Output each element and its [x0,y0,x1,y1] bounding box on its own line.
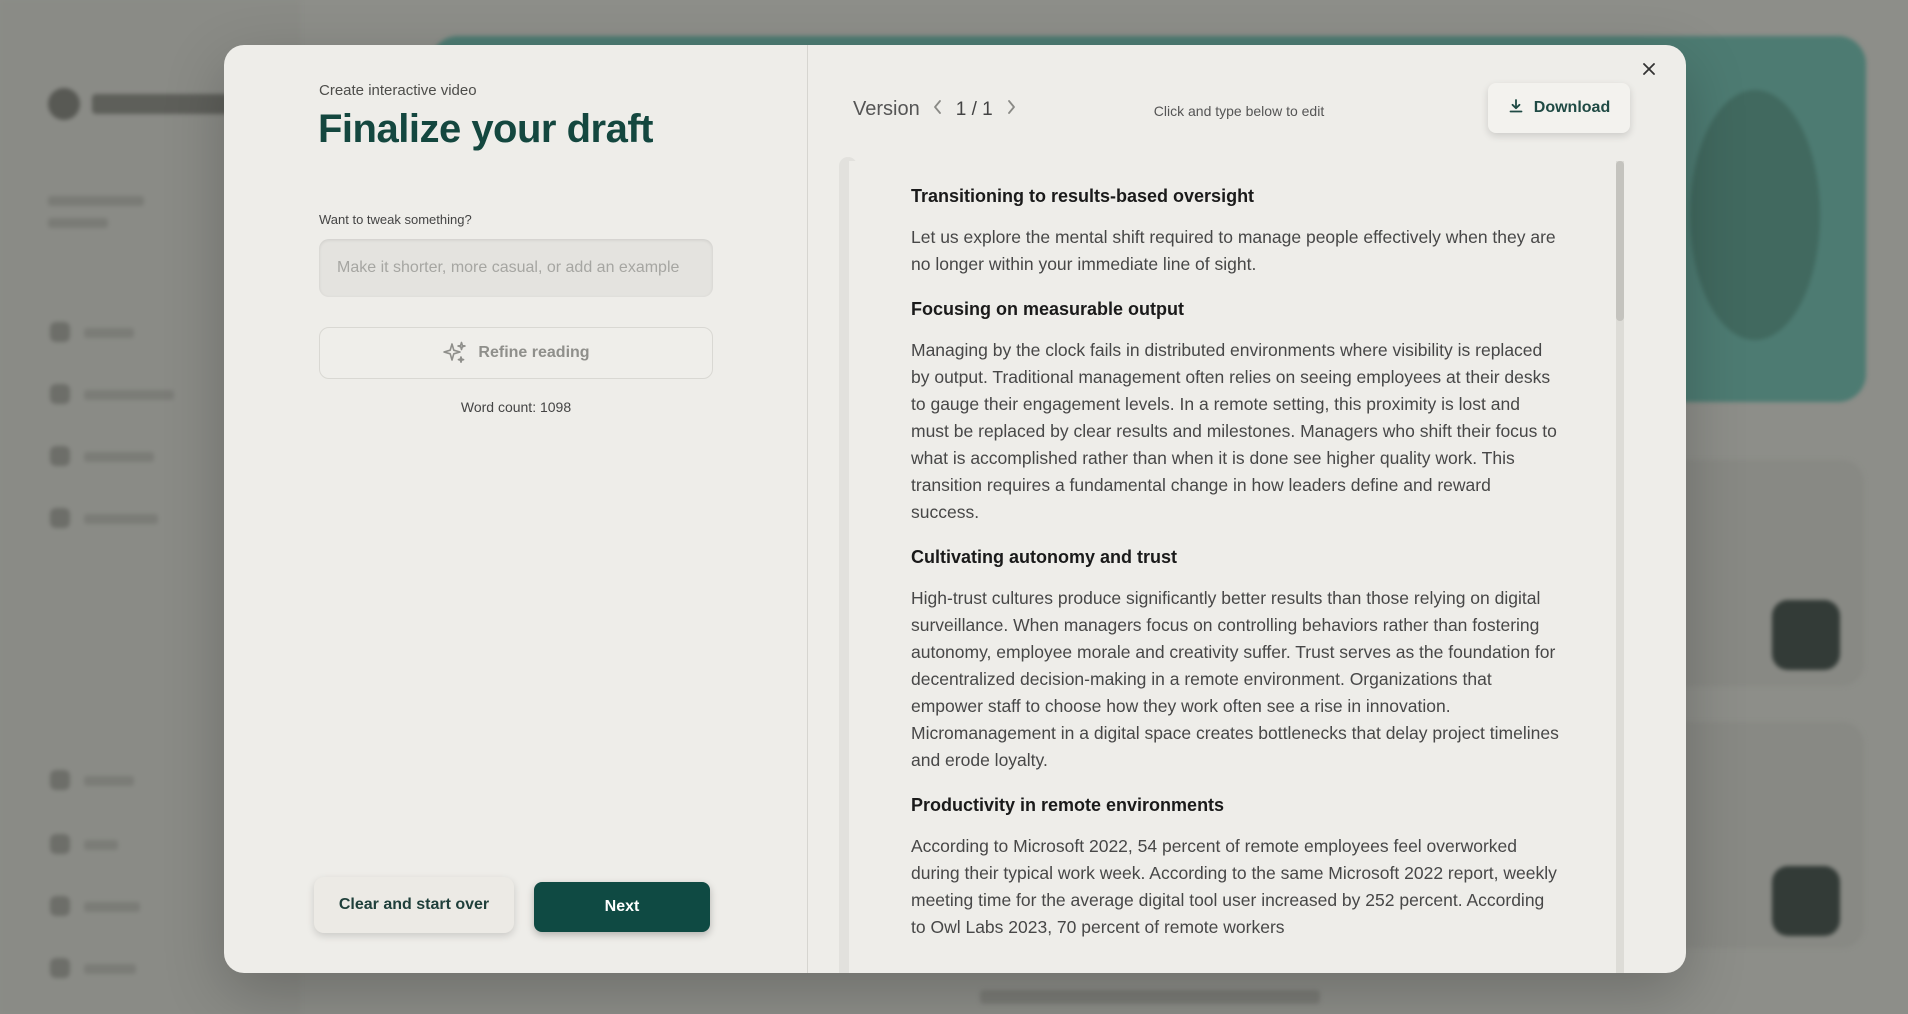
section-body[interactable]: High-trust cultures produce significantl… [911,585,1561,774]
background-nav-icon [50,958,70,978]
refine-reading-label: Refine reading [478,344,590,361]
section-body[interactable]: Let us explore the mental shift required… [911,224,1561,278]
background-nav-text [84,514,158,524]
next-button[interactable]: Next [534,882,710,932]
refine-reading-button[interactable]: Refine reading [319,327,713,379]
background-hero-art [1690,90,1820,340]
edit-hint: Click and type below to edit [1153,103,1325,119]
document-scrollbar-thumb[interactable] [1616,161,1624,321]
chevron-right-icon[interactable] [1005,98,1017,121]
download-icon [1508,98,1524,119]
tweak-input[interactable] [319,239,713,297]
section-body[interactable]: According to Microsoft 2022, 54 percent … [911,833,1561,941]
page-title: Finalize your draft [318,107,654,151]
section-heading[interactable]: Productivity in remote environments [911,792,1561,818]
background-card-thumb [1772,600,1840,670]
word-count-label: Word count: 1098 [460,399,572,415]
section-body[interactable]: Managing by the clock fails in distribut… [911,337,1561,526]
background-footer-text [980,990,1320,1004]
background-nav-text [84,902,140,912]
background-card-thumb [1772,866,1840,936]
background-nav-text [84,964,136,974]
version-label: Version [853,98,920,120]
draft-document-content[interactable]: Transitioning to results-based oversight… [911,183,1561,959]
section-heading[interactable]: Cultivating autonomy and trust [911,544,1561,570]
background-nav-text [84,452,154,462]
tweak-label: Want to tweak something? [319,212,472,227]
version-switcher: Version 1 / 1 [853,98,1017,121]
background-nav-icon [50,508,70,528]
background-nav-text [84,840,118,850]
sparkle-icon [442,340,468,366]
draft-editor-panel: Version 1 / 1 Click and type below to ed… [809,45,1686,973]
background-logo [48,88,80,120]
background-nav-icon [50,322,70,342]
background-nav-icon [50,446,70,466]
close-icon [1642,62,1656,79]
background-nav-icon [50,896,70,916]
background-nav-text [84,328,134,338]
background-workspace-sub [48,218,108,228]
download-button[interactable]: Download [1488,83,1630,133]
background-nav-text [84,390,174,400]
draft-controls-panel: Create interactive video Finalize your d… [224,45,808,973]
download-label: Download [1533,99,1611,116]
modal-eyebrow: Create interactive video [319,82,477,99]
section-heading[interactable]: Transitioning to results-based oversight [911,183,1561,209]
background-nav-icon [50,834,70,854]
finalize-draft-modal: Create interactive video Finalize your d… [224,45,1686,973]
close-button[interactable] [1634,55,1664,85]
document-scrollbar[interactable] [1616,161,1624,973]
background-logo-text [92,94,232,114]
version-count: 1 / 1 [955,98,993,120]
background-nav-icon [50,384,70,404]
section-heading[interactable]: Focusing on measurable output [911,296,1561,322]
chevron-left-icon[interactable] [932,98,944,121]
background-nav-icon [50,770,70,790]
word-count: Word count: 1098 [319,399,713,415]
draft-document[interactable]: Transitioning to results-based oversight… [849,161,1649,973]
clear-and-start-over-button[interactable]: Clear and start over [314,877,514,933]
background-nav-text [84,776,134,786]
background-workspace-name [48,196,144,206]
